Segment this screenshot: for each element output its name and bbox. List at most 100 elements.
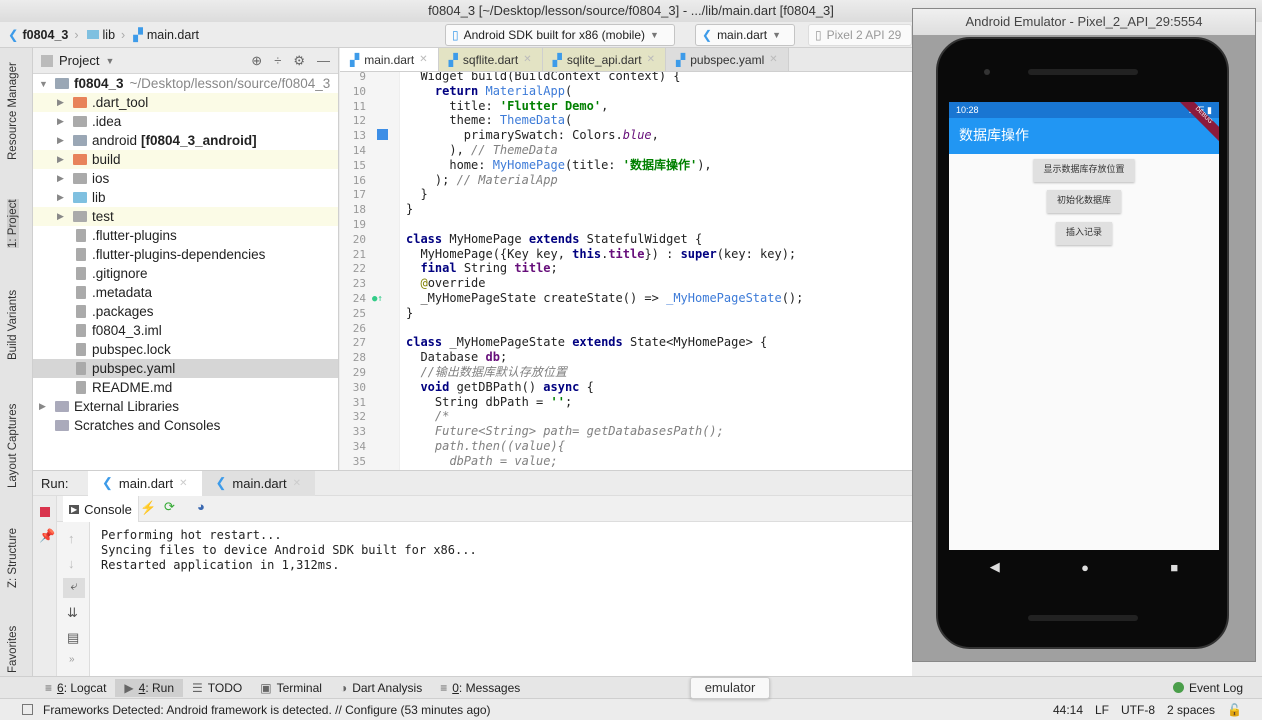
tree-item[interactable]: ▶ .dart_tool (33, 93, 338, 112)
editor-tab[interactable]: ▞ sqlite_api.dart ✕ (542, 48, 666, 71)
tree-item[interactable]: .gitignore (33, 264, 338, 283)
locate-icon[interactable]: ⊕ (251, 53, 262, 69)
tree-root[interactable]: ▼ f0804_3 ~/Desktop/lesson/source/f0804_… (33, 74, 338, 93)
expand-arrow-icon[interactable]: ▶ (39, 401, 49, 412)
tool-window-messages[interactable]: ≡ 0: Messages (431, 679, 529, 697)
code-editor[interactable]: 9 Widget build(BuildContext context) {10… (340, 72, 912, 470)
console-tab[interactable]: ▶ Console (63, 496, 139, 522)
tool-window-label: : Logcat (63, 680, 107, 695)
tree-item[interactable]: ▶ lib (33, 188, 338, 207)
tool-windows-toggle-icon[interactable] (22, 704, 33, 715)
stop-icon[interactable] (40, 507, 50, 517)
chevron-down-icon[interactable]: ▼ (105, 56, 114, 66)
expand-arrow-icon[interactable]: ▶ (57, 211, 67, 222)
init-db-button[interactable]: 初始化数据库 (1046, 190, 1122, 213)
tool-layout-captures[interactable]: Layout Captures (7, 404, 19, 488)
tree-item[interactable]: .flutter-plugins (33, 226, 338, 245)
line-separator[interactable]: LF (1095, 703, 1109, 717)
expand-arrow-icon[interactable]: ▶ (57, 192, 67, 203)
tree-item[interactable]: pubspec.yaml (33, 359, 338, 378)
tree-item[interactable]: ▶ test (33, 207, 338, 226)
tree-item[interactable]: ▶ ios (33, 169, 338, 188)
caret-position[interactable]: 44:14 (1053, 703, 1083, 717)
expand-arrow-icon[interactable]: ▶ (57, 173, 67, 184)
gear-icon[interactable]: ⚙ (293, 53, 305, 69)
recents-icon[interactable]: ■ (1170, 560, 1178, 575)
editor-tab[interactable]: ▞ pubspec.yaml ✕ (665, 48, 789, 71)
project-panel: Project ▼ ⊕ ÷ ⚙ — ▼ f0804_3 ~/Desktop/le… (33, 48, 339, 470)
scratches-and-consoles[interactable]: Scratches and Consoles (33, 416, 338, 435)
tool-window-terminal[interactable]: ▣ Terminal (251, 679, 331, 697)
avd-selector[interactable]: ▯ Pixel 2 API 29 (808, 24, 912, 46)
tree-item[interactable]: ▶ android [f0804_3_android] (33, 131, 338, 150)
tree-item[interactable]: README.md (33, 378, 338, 397)
breadcrumb-separator: › (74, 27, 79, 42)
insert-record-button[interactable]: 插入记录 (1055, 222, 1113, 245)
more-icon[interactable]: » (69, 654, 75, 665)
status-message[interactable]: Frameworks Detected: Android framework i… (43, 703, 491, 717)
show-db-path-button[interactable]: 显示数据库存放位置 (1033, 159, 1135, 182)
tool-project[interactable]: 1: Project (7, 199, 19, 248)
tool-resource-manager[interactable]: Resource Manager (7, 62, 19, 160)
hot-reload-icon[interactable]: ⚡ (140, 500, 156, 516)
emulator-title-bar[interactable]: Android Emulator - Pixel_2_API_29:5554 (913, 9, 1255, 35)
editor-tab[interactable]: ▞ sqflite.dart ✕ (438, 48, 543, 71)
tree-item[interactable]: ▶ build (33, 150, 338, 169)
tree-item-label: .metadata (92, 285, 153, 300)
breadcrumb-lib[interactable]: lib (86, 28, 115, 42)
tree-item[interactable]: ▶ .idea (33, 112, 338, 131)
editor-tab[interactable]: ▞ main.dart ✕ (340, 48, 439, 71)
breadcrumb-project[interactable]: ❮ f0804_3 (8, 27, 68, 43)
scroll-to-end-icon[interactable]: ⇊ (67, 605, 78, 621)
expand-arrow-icon[interactable]: ▼ (39, 79, 49, 89)
home-icon[interactable]: ● (1081, 560, 1089, 575)
hide-icon[interactable]: — (317, 53, 330, 69)
run-config-selector[interactable]: ❮ main.dart ▼ (695, 24, 795, 46)
indent-setting[interactable]: 2 spaces (1167, 703, 1215, 717)
close-icon[interactable]: ✕ (179, 478, 187, 489)
close-icon[interactable]: ✕ (647, 54, 655, 65)
print-icon[interactable]: ▤ (67, 630, 79, 646)
tree-item[interactable]: .flutter-plugins-dependencies (33, 245, 338, 264)
arrow-down-icon[interactable]: ↓ (68, 556, 75, 571)
tool-structure[interactable]: Z: Structure (7, 528, 19, 588)
project-view-selector[interactable]: Project (59, 53, 99, 68)
breadcrumb-file[interactable]: ▞ main.dart (133, 27, 199, 43)
device-selector[interactable]: ▯ Android SDK built for x86 (mobile) ▼ (445, 24, 675, 46)
tool-build-variants[interactable]: Build Variants (7, 290, 19, 360)
expand-arrow-icon[interactable]: ▶ (57, 116, 67, 127)
close-icon[interactable]: ✕ (293, 478, 301, 489)
hot-restart-icon[interactable]: ⟳ (164, 499, 175, 515)
tree-item[interactable]: f0804_3.iml (33, 321, 338, 340)
tree-item[interactable]: .metadata (33, 283, 338, 302)
run-tab-1[interactable]: ❮ main.dart ✕ (88, 470, 202, 496)
close-icon[interactable]: ✕ (769, 54, 777, 65)
external-libraries[interactable]: ▶ External Libraries (33, 397, 338, 416)
arrow-up-icon[interactable]: ↑ (68, 531, 75, 546)
back-icon[interactable]: ◀ (990, 559, 1000, 575)
phone-screen[interactable]: 10:28LTE ▮ DEBUG 数据库操作 显示数据库存放位置 初始化数据库 … (949, 102, 1219, 550)
pin-icon[interactable]: 📌 (39, 528, 55, 544)
expand-arrow-icon[interactable]: ▶ (57, 135, 67, 146)
tree-item[interactable]: .packages (33, 302, 338, 321)
run-tab-2[interactable]: ❮ main.dart ✕ (201, 470, 315, 496)
tool-window-todo[interactable]: ☰ TODO (183, 679, 251, 697)
override-marker-icon[interactable]: ●↑ (372, 294, 383, 304)
expand-arrow-icon[interactable]: ▶ (57, 97, 67, 108)
tree-item[interactable]: pubspec.lock (33, 340, 338, 359)
color-swatch-icon[interactable] (377, 129, 388, 140)
tool-window-logcat[interactable]: ≡ 6: Logcat (36, 679, 115, 697)
soft-wrap-icon[interactable]: ⤶ (63, 578, 85, 598)
expand-arrow-icon[interactable]: ▶ (57, 154, 67, 165)
code-line: 33 Future<String> path= getDatabasesPath… (340, 424, 912, 439)
event-log-button[interactable]: Event Log (1164, 679, 1252, 697)
collapse-icon[interactable]: ÷ (274, 53, 281, 69)
lock-icon[interactable]: 🔓 (1227, 703, 1242, 717)
devtools-icon[interactable]: ◕ (197, 499, 205, 514)
file-encoding[interactable]: UTF-8 (1121, 703, 1155, 717)
tool-window-run[interactable]: ▶ 4: Run (115, 678, 184, 697)
close-icon[interactable]: ✕ (523, 54, 531, 65)
close-icon[interactable]: ✕ (419, 54, 427, 65)
tool-favorites[interactable]: Favorites (7, 626, 19, 673)
tool-window-dartanalysis[interactable]: ◑ Dart Analysis (331, 679, 431, 697)
